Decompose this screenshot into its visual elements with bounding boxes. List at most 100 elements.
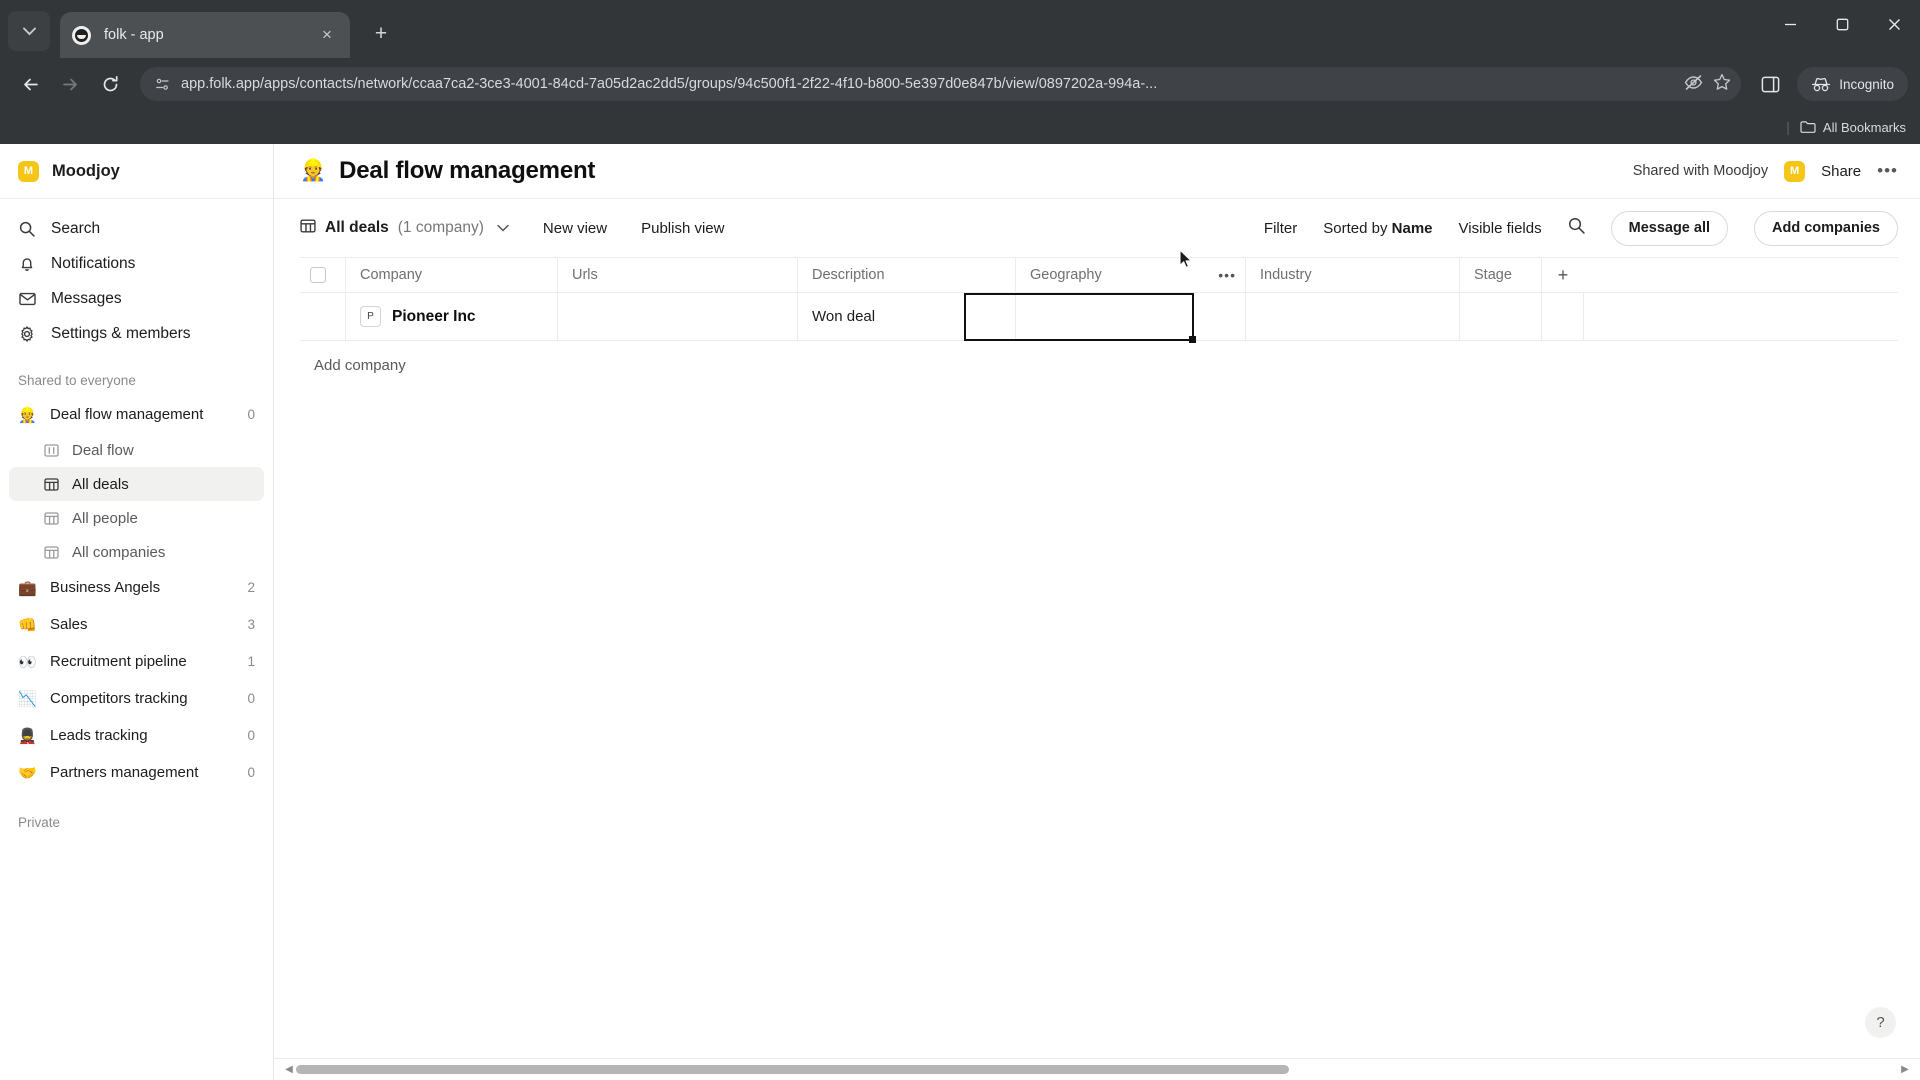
maximize-button[interactable] <box>1816 0 1868 48</box>
column-header-description[interactable]: Description <box>798 258 1016 292</box>
sidebar-item-search[interactable]: Search <box>0 211 273 246</box>
sidebar-group-label: Partners management <box>50 764 199 781</box>
eye-slash-icon[interactable] <box>1684 74 1703 95</box>
app-root: M Moodjoy Search Notifications Messages … <box>0 144 1920 1080</box>
fill-handle[interactable] <box>1189 336 1196 343</box>
sidebar-item-notifications[interactable]: Notifications <box>0 246 273 281</box>
row-checkbox-cell[interactable] <box>300 293 346 340</box>
horizontal-scrollbar[interactable]: ◀ ▶ <box>274 1058 1920 1080</box>
star-icon[interactable] <box>1713 73 1731 95</box>
page-header: 👷 Deal flow management Shared with Moodj… <box>274 144 1920 199</box>
gear-icon <box>18 325 36 342</box>
add-company-button[interactable]: Add company <box>300 341 1898 374</box>
sidebar-group-count: 2 <box>247 580 255 595</box>
sidebar-section-private: Private <box>18 815 61 830</box>
sidebar-subitem-all-deals[interactable]: All deals <box>9 467 264 501</box>
sidebar-group-competitors-tracking[interactable]: 📉 Competitors tracking 0 <box>0 680 273 717</box>
column-header-stage[interactable]: Stage <box>1460 258 1542 292</box>
new-tab-button[interactable]: + <box>364 17 398 51</box>
sidebar-group-sales[interactable]: 👊 Sales 3 <box>0 606 273 643</box>
new-view-button[interactable]: New view <box>543 220 607 237</box>
column-header-geography[interactable]: Geography ••• <box>1016 258 1246 292</box>
detective-icon: 💂 <box>18 727 37 745</box>
table-view-icon <box>300 218 316 239</box>
view-toolbar-right: Filter Sorted by Name Visible fields Mes… <box>1264 210 1898 246</box>
sidebar-group-business-angels[interactable]: 💼 Business Angels 2 <box>0 569 273 606</box>
incognito-indicator[interactable]: Incognito <box>1797 67 1908 101</box>
sidebar-subitem-all-companies[interactable]: All companies <box>9 535 264 569</box>
folder-icon <box>1800 121 1816 133</box>
url-text: app.folk.app/apps/contacts/network/ccaa7… <box>181 76 1158 92</box>
mouse-cursor <box>1179 249 1192 268</box>
sidebar-group-deal-flow-management[interactable]: 👷 Deal flow management 0 <box>0 396 273 433</box>
sidebar-group-partners-management[interactable]: 🤝 Partners management 0 <box>0 754 273 791</box>
sidebar-group-count: 0 <box>247 691 255 706</box>
add-companies-button[interactable]: Add companies <box>1754 210 1898 246</box>
side-panel-icon[interactable] <box>1753 67 1787 101</box>
sidebar-item-label: Messages <box>51 289 122 307</box>
column-header-urls[interactable]: Urls <box>558 258 798 292</box>
search-icon <box>18 221 36 237</box>
scroll-right-arrow[interactable]: ▶ <box>1898 1064 1912 1075</box>
table-header-row: Company Urls Description Geography ••• I… <box>300 257 1898 293</box>
toolbar-right: Incognito <box>1753 67 1908 101</box>
main-content: 👷 Deal flow management Shared with Moodj… <box>274 144 1920 1080</box>
row-end-spacer <box>1542 293 1584 340</box>
table-view-icon <box>43 477 60 492</box>
sidebar-group-count: 1 <box>247 654 255 669</box>
column-header-industry[interactable]: Industry <box>1246 258 1460 292</box>
more-options-button[interactable]: ••• <box>1877 161 1898 181</box>
filter-button[interactable]: Filter <box>1264 220 1297 237</box>
minimize-button[interactable] <box>1764 0 1816 48</box>
table-view-icon <box>43 511 60 526</box>
shared-with-label: Shared with Moodjoy <box>1632 163 1769 179</box>
workspace-switcher[interactable]: M Moodjoy <box>0 144 273 199</box>
search-icon[interactable] <box>1568 217 1585 239</box>
chevron-down-icon <box>22 27 36 35</box>
browser-window: folk - app × + app.folk.app/apps/contact… <box>0 0 1920 1080</box>
sidebar-subitem-deal-flow[interactable]: Deal flow <box>9 433 264 467</box>
publish-view-button[interactable]: Publish view <box>641 220 724 237</box>
select-all-checkbox-cell[interactable] <box>300 258 346 292</box>
view-selector[interactable]: All deals (1 company) <box>300 218 509 239</box>
sidebar-subitem-all-people[interactable]: All people <box>9 501 264 535</box>
sidebar: M Moodjoy Search Notifications Messages … <box>0 144 274 1080</box>
sidebar-item-settings-members[interactable]: Settings & members <box>0 316 273 351</box>
add-column-button[interactable]: + <box>1542 258 1584 292</box>
tab-search-button[interactable] <box>8 11 50 51</box>
cell-stage[interactable] <box>1460 293 1542 340</box>
select-all-checkbox[interactable] <box>310 267 326 283</box>
sidebar-subitem-label: Deal flow <box>72 441 134 459</box>
sidebar-item-label: Notifications <box>51 254 136 272</box>
address-bar[interactable]: app.folk.app/apps/contacts/network/ccaa7… <box>140 67 1742 101</box>
forward-button[interactable] <box>52 66 88 102</box>
cell-company[interactable]: P Pioneer Inc <box>346 293 558 340</box>
scroll-left-arrow[interactable]: ◀ <box>282 1064 296 1075</box>
sidebar-item-messages[interactable]: Messages <box>0 281 273 316</box>
company-chip: P Pioneer Inc <box>360 306 476 327</box>
all-bookmarks-button[interactable]: All Bookmarks <box>1800 120 1906 135</box>
bookmarks-separator: | <box>1786 119 1790 135</box>
sidebar-group-recruitment-pipeline[interactable]: 👀 Recruitment pipeline 1 <box>0 643 273 680</box>
close-icon[interactable]: × <box>316 25 338 45</box>
column-header-company[interactable]: Company <box>346 258 558 292</box>
sidebar-group-leads-tracking[interactable]: 💂 Leads tracking 0 <box>0 717 273 754</box>
help-button[interactable]: ? <box>1865 1007 1896 1038</box>
page-info-icon[interactable] <box>154 77 171 92</box>
cell-urls[interactable] <box>558 293 798 340</box>
chevron-down-icon[interactable] <box>497 221 509 235</box>
reload-button[interactable] <box>92 66 128 102</box>
column-menu-button[interactable]: ••• <box>1218 267 1236 283</box>
selected-cell-geography[interactable] <box>964 293 1196 343</box>
browser-tab[interactable]: folk - app × <box>60 12 350 58</box>
sort-button[interactable]: Sorted by Name <box>1323 220 1432 237</box>
cell-industry[interactable] <box>1246 293 1460 340</box>
back-button[interactable] <box>12 66 48 102</box>
sidebar-group-count: 3 <box>247 617 255 632</box>
visible-fields-button[interactable]: Visible fields <box>1459 220 1542 237</box>
scrollbar-track[interactable] <box>296 1065 1898 1074</box>
share-button[interactable]: Share <box>1821 163 1861 180</box>
close-window-button[interactable] <box>1868 0 1920 48</box>
message-all-button[interactable]: Message all <box>1610 210 1729 246</box>
scrollbar-thumb[interactable] <box>296 1065 1290 1074</box>
